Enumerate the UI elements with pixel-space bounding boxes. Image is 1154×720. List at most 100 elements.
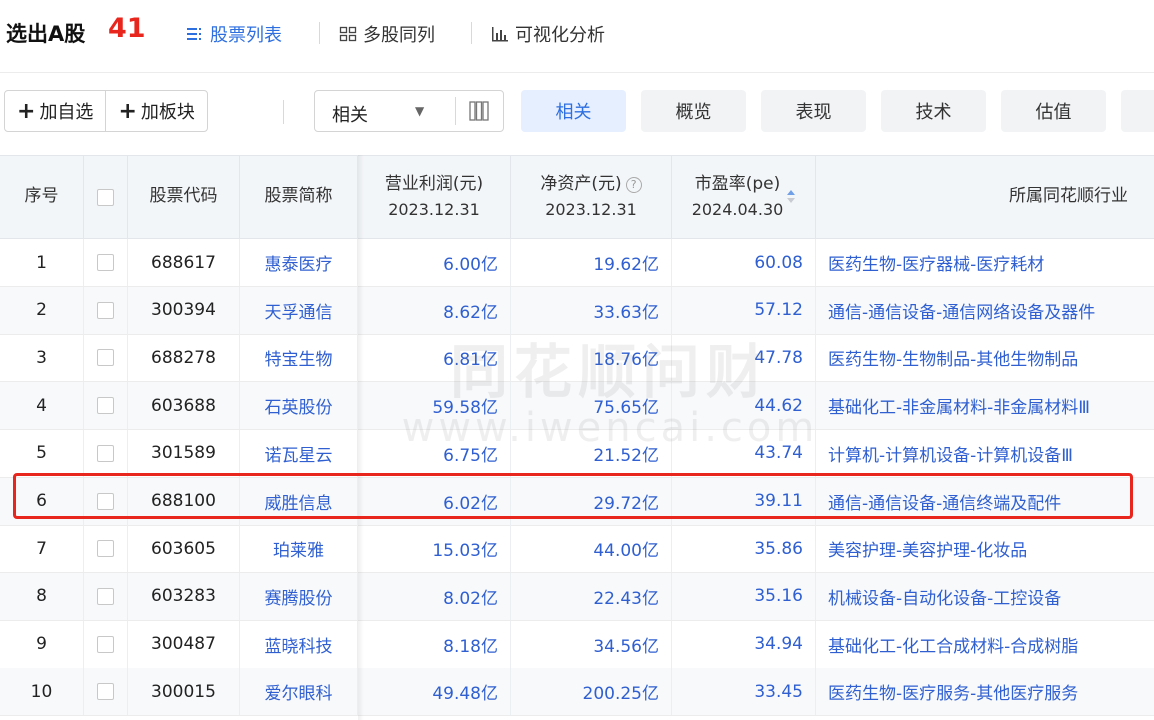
tag-valuation[interactable]: 估值 bbox=[1001, 90, 1106, 132]
cell-net-assets-text: 19.62亿 bbox=[593, 255, 659, 275]
cell-pe: 39.11 bbox=[672, 477, 816, 525]
cell-industry[interactable]: 计算机-计算机设备-计算机设备Ⅲ bbox=[816, 430, 1154, 477]
cell-net-assets-text: 44.00亿 bbox=[593, 541, 659, 562]
cell-name[interactable]: 爱尔眼科 bbox=[240, 668, 358, 716]
row-checkbox[interactable] bbox=[97, 254, 114, 271]
col-net-assets-date: 2023.12.31 bbox=[545, 199, 637, 219]
row-checkbox[interactable] bbox=[97, 492, 114, 510]
cell-industry[interactable]: 基础化工-非金属材料-非金属材料Ⅲ bbox=[816, 382, 1154, 429]
cell-industry-text: 机械设备-自动化设备-工控设备 bbox=[828, 588, 1062, 609]
table-row[interactable]: 9 300487 蓝晓科技 8.18亿 34.56亿 34.94 基础化工-化工合成材料-合… bbox=[0, 620, 1154, 669]
col-industry[interactable]: 所属同花顺行业 bbox=[816, 156, 1154, 238]
cell-name-text: 蓝晓科技 bbox=[264, 636, 333, 657]
cell-code-text: 603688 bbox=[151, 395, 216, 416]
cell-net-assets-text: 33.63亿 bbox=[593, 302, 659, 323]
frozen-column-shadow bbox=[358, 155, 364, 720]
col-op-profit-label: 营业利润(元) bbox=[384, 174, 484, 195]
cell-net-assets-text: 75.65亿 bbox=[593, 398, 659, 419]
tag-related[interactable]: 相关 bbox=[521, 90, 626, 132]
tag-overview[interactable]: 概览 bbox=[641, 90, 746, 132]
select-all-checkbox[interactable] bbox=[97, 188, 114, 206]
cell-name[interactable]: 天孚通信 bbox=[240, 286, 358, 334]
cell-code: 688617 bbox=[128, 239, 240, 286]
cell-name[interactable]: 特宝生物 bbox=[240, 334, 358, 382]
table-row[interactable]: 6 688100 威胜信息 6.02亿 29.72亿 39.11 通信-通信设备-通信终端及… bbox=[0, 477, 1154, 526]
cell-checkbox bbox=[84, 525, 128, 573]
add-watchlist-button[interactable]: + 加自选 bbox=[5, 91, 105, 131]
table-row[interactable]: 10 300015 爱尔眼科 49.48亿 200.25亿 33.45 医药生物-医疗服务-… bbox=[0, 668, 1154, 717]
cell-name[interactable]: 石英股份 bbox=[240, 382, 358, 430]
row-checkbox[interactable] bbox=[97, 349, 114, 367]
cell-name[interactable]: 赛腾股份 bbox=[240, 572, 358, 620]
cell-name[interactable]: 蓝晓科技 bbox=[240, 620, 358, 668]
cell-name-text: 惠泰医疗 bbox=[264, 255, 333, 275]
help-icon[interactable]: ? bbox=[625, 177, 642, 194]
cell-industry[interactable]: 医药生物-医疗服务-其他医疗服务 bbox=[816, 668, 1154, 715]
cell-op-profit: 6.81亿 bbox=[358, 334, 511, 382]
col-net-assets[interactable]: 净资产(元)? 2023.12.31 bbox=[511, 156, 672, 238]
cell-industry[interactable]: 机械设备-自动化设备-工控设备 bbox=[816, 573, 1154, 620]
cell-index: 10 bbox=[0, 668, 84, 716]
cell-pe: 43.74 bbox=[672, 429, 816, 477]
row-checkbox[interactable] bbox=[97, 635, 114, 653]
tag-more[interactable] bbox=[1121, 90, 1154, 132]
tab-multi-stock[interactable]: 多股同列 bbox=[339, 21, 435, 47]
cell-op-profit-text: 8.62亿 bbox=[443, 302, 498, 323]
table-row[interactable]: 8 603283 赛腾股份 8.02亿 22.43亿 35.16 机械设备-自动化设备-工控… bbox=[0, 572, 1154, 621]
cell-code: 300487 bbox=[128, 620, 240, 668]
cell-index: 5 bbox=[0, 429, 84, 477]
row-checkbox[interactable] bbox=[97, 397, 114, 415]
cell-index: 8 bbox=[0, 572, 84, 620]
column-set-select[interactable]: 相关 ▼ bbox=[314, 90, 504, 132]
col-code[interactable]: 股票代码 bbox=[128, 156, 240, 238]
row-checkbox[interactable] bbox=[97, 587, 114, 605]
cell-checkbox bbox=[84, 334, 128, 382]
table-row[interactable]: 1 688617 惠泰医疗 6.00亿 19.62亿 60.08 医药生物-医疗器械-医疗耗… bbox=[0, 239, 1154, 287]
cell-pe: 60.08 bbox=[672, 239, 816, 286]
add-sector-button[interactable]: + 加板块 bbox=[105, 91, 206, 131]
cell-op-profit: 6.00亿 bbox=[358, 239, 511, 286]
col-name[interactable]: 股票简称 bbox=[240, 156, 358, 238]
row-checkbox[interactable] bbox=[97, 444, 114, 462]
cell-name[interactable]: 珀莱雅 bbox=[240, 525, 358, 573]
tab-stock-list[interactable]: 股票列表 bbox=[186, 21, 282, 47]
table-row[interactable]: 5 301589 诺瓦星云 6.75亿 21.52亿 43.74 计算机-计算机设备-计算机… bbox=[0, 429, 1154, 478]
cell-pe-text: 47.78 bbox=[754, 347, 803, 368]
table-row[interactable]: 7 603605 珀莱雅 15.03亿 44.00亿 35.86 美容护理-美容护理-化妆品 bbox=[0, 525, 1154, 574]
table-row[interactable]: 2 300394 天孚通信 8.62亿 33.63亿 57.12 通信-通信设备-通信网络设… bbox=[0, 286, 1154, 335]
sort-icon[interactable] bbox=[787, 189, 796, 205]
cell-industry[interactable]: 医药生物-生物制品-其他生物制品 bbox=[816, 334, 1154, 381]
cell-pe: 34.94 bbox=[672, 620, 816, 668]
tag-technical[interactable]: 技术 bbox=[881, 90, 986, 132]
cell-index: 3 bbox=[0, 334, 84, 382]
table-row[interactable]: 4 603688 石英股份 59.58亿 75.65亿 44.62 基础化工-非金属材料-非… bbox=[0, 382, 1154, 431]
cell-code-text: 688278 bbox=[151, 347, 216, 368]
cell-code-text: 300394 bbox=[151, 300, 216, 321]
cell-name[interactable]: 诺瓦星云 bbox=[240, 429, 358, 477]
cell-name[interactable]: 威胜信息 bbox=[240, 477, 358, 525]
tag-performance[interactable]: 表现 bbox=[761, 90, 866, 132]
cell-industry[interactable]: 美容护理-美容护理-化妆品 bbox=[816, 525, 1154, 572]
tab-visual-analysis[interactable]: 可视化分析 bbox=[491, 21, 605, 47]
cell-industry[interactable]: 通信-通信设备-通信终端及配件 bbox=[816, 478, 1154, 525]
row-checkbox[interactable] bbox=[97, 683, 114, 701]
cell-net-assets-text: 22.43亿 bbox=[593, 588, 659, 609]
table-row[interactable]: 3 688278 特宝生物 6.81亿 18.76亿 47.78 医药生物-生物制品-其他生… bbox=[0, 334, 1154, 383]
cell-pe: 47.78 bbox=[672, 334, 816, 382]
cell-index: 9 bbox=[0, 620, 84, 668]
cell-checkbox bbox=[84, 477, 128, 525]
cell-industry[interactable]: 基础化工-化工合成材料-合成树脂 bbox=[816, 621, 1154, 668]
col-pe[interactable]: 市盈率(pe) 2024.04.30 bbox=[672, 156, 816, 238]
cell-net-assets-text: 29.72亿 bbox=[593, 493, 659, 514]
columns-icon[interactable] bbox=[467, 100, 491, 122]
cell-industry[interactable]: 医药生物-医疗器械-医疗耗材 bbox=[816, 239, 1154, 286]
cell-name[interactable]: 惠泰医疗 bbox=[240, 239, 358, 286]
cell-industry[interactable]: 通信-通信设备-通信网络设备及器件 bbox=[816, 287, 1154, 334]
col-op-profit[interactable]: 营业利润(元) 2023.12.31 bbox=[358, 156, 511, 238]
header-divider bbox=[0, 72, 1154, 73]
row-checkbox[interactable] bbox=[97, 301, 114, 319]
cell-checkbox bbox=[84, 286, 128, 334]
row-checkbox[interactable] bbox=[97, 540, 114, 558]
result-count: 41 bbox=[108, 13, 146, 44]
col-pe-label: 市盈率(pe) bbox=[694, 174, 781, 195]
